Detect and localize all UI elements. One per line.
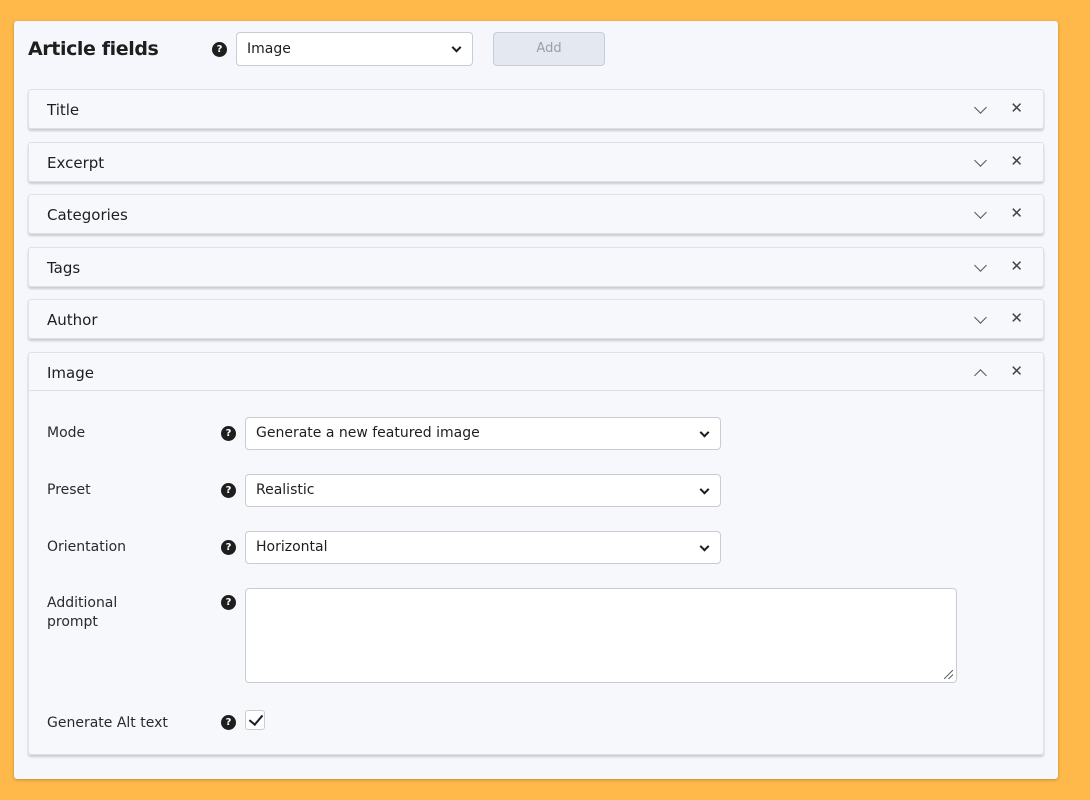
question-circle-icon[interactable]: ?: [221, 540, 236, 555]
orientation-select-value: Horizontal: [256, 539, 328, 555]
row-header[interactable]: Image ✕: [29, 353, 1043, 391]
preset-select-value: Realistic: [256, 482, 315, 498]
chevron-down-icon[interactable]: [974, 206, 987, 219]
orientation-label: Orientation: [47, 539, 127, 555]
additional-prompt-label-line1: Additional: [47, 595, 118, 611]
row-header[interactable]: Excerpt ✕: [29, 143, 1043, 181]
field-row-categories: Categories ✕: [28, 194, 1044, 234]
field-row-title: Title ✕: [28, 89, 1044, 129]
row-label: Title: [47, 101, 80, 119]
close-icon[interactable]: ✕: [1010, 204, 1023, 222]
panel-title: Article fields: [28, 38, 159, 60]
row-label: Excerpt: [47, 154, 105, 172]
additional-prompt-label-line2: prompt: [47, 614, 98, 630]
chevron-down-icon[interactable]: [974, 154, 987, 167]
preset-select[interactable]: Realistic: [245, 474, 721, 507]
row-header[interactable]: Tags ✕: [29, 248, 1043, 286]
chevron-down-icon: [451, 42, 462, 53]
chevron-up-icon[interactable]: [974, 369, 987, 382]
question-circle-icon[interactable]: ?: [212, 42, 227, 57]
question-circle-icon[interactable]: ?: [221, 715, 236, 730]
field-type-select-value: Image: [247, 41, 291, 57]
chevron-down-icon[interactable]: [974, 259, 987, 272]
row-header[interactable]: Title ✕: [29, 90, 1043, 128]
question-circle-icon[interactable]: ?: [221, 426, 236, 441]
generate-alt-text-label: Generate Alt text: [47, 715, 168, 731]
question-circle-icon[interactable]: ?: [221, 483, 236, 498]
chevron-down-icon: [699, 427, 710, 438]
field-row-excerpt: Excerpt ✕: [28, 142, 1044, 182]
chevron-down-icon[interactable]: [974, 311, 987, 324]
row-header[interactable]: Author ✕: [29, 300, 1043, 338]
field-row-image: Image ✕ Mode ? Generate a new featured i…: [28, 352, 1044, 755]
row-label: Tags: [47, 259, 81, 277]
field-row-author: Author ✕: [28, 299, 1044, 339]
additional-prompt-textarea[interactable]: [245, 588, 957, 683]
resize-grip-icon[interactable]: [944, 670, 953, 679]
row-label: Image: [47, 364, 94, 382]
question-circle-icon[interactable]: ?: [221, 595, 236, 610]
close-icon[interactable]: ✕: [1010, 99, 1023, 117]
orientation-select[interactable]: Horizontal: [245, 531, 721, 564]
preset-label: Preset: [47, 482, 91, 498]
mode-select-value: Generate a new featured image: [256, 425, 480, 441]
row-header[interactable]: Categories ✕: [29, 195, 1043, 233]
article-fields-panel: Article fields ? Image Add Title ✕ Excer…: [14, 21, 1058, 779]
field-row-tags: Tags ✕: [28, 247, 1044, 287]
close-icon[interactable]: ✕: [1010, 257, 1023, 275]
mode-select[interactable]: Generate a new featured image: [245, 417, 721, 450]
chevron-down-icon: [699, 484, 710, 495]
row-label: Author: [47, 311, 98, 329]
row-label: Categories: [47, 206, 128, 224]
chevron-down-icon: [699, 541, 710, 552]
generate-alt-text-checkbox[interactable]: [245, 710, 265, 730]
close-icon[interactable]: ✕: [1010, 309, 1023, 327]
close-icon[interactable]: ✕: [1010, 362, 1023, 380]
chevron-down-icon[interactable]: [974, 101, 987, 114]
add-button[interactable]: Add: [493, 32, 605, 66]
close-icon[interactable]: ✕: [1010, 152, 1023, 170]
panel-header: Article fields ? Image Add: [14, 21, 1058, 87]
field-type-select[interactable]: Image: [236, 32, 473, 66]
mode-label: Mode: [47, 425, 86, 441]
